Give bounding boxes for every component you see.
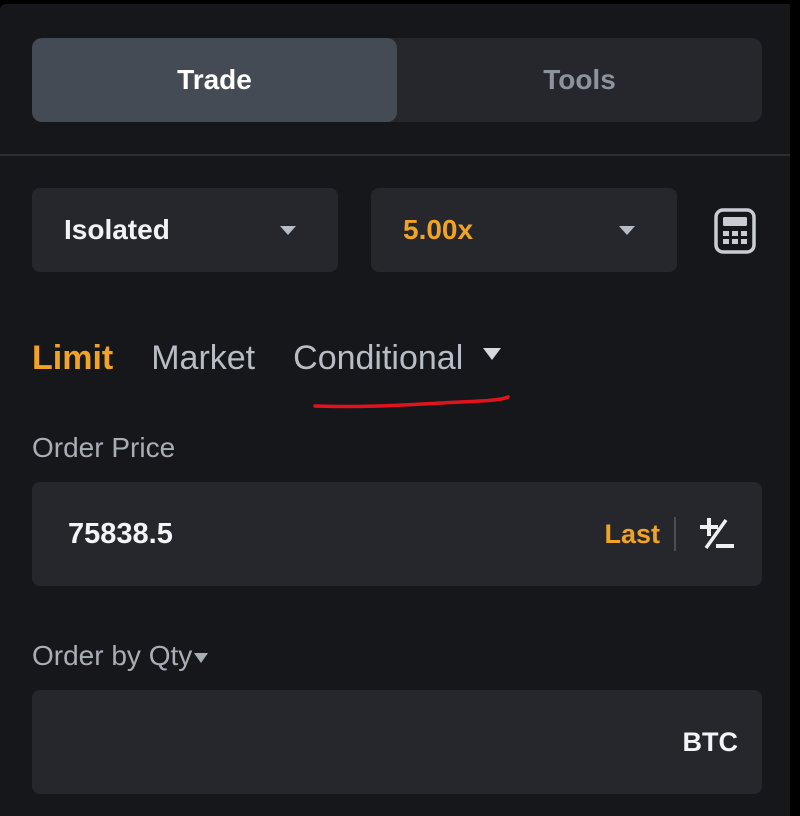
order-price-label: Order Price — [32, 432, 176, 463]
caret-down-icon — [483, 348, 502, 360]
tab-tools[interactable]: Tools — [397, 38, 762, 122]
plus-minus-icon[interactable] — [696, 514, 738, 554]
chevron-down-icon — [619, 225, 635, 235]
order-qty-field: BTC — [32, 690, 762, 794]
order-qty-input[interactable] — [66, 724, 683, 760]
red-underline-annotation — [313, 395, 510, 409]
caret-down-icon — [194, 653, 209, 663]
margin-mode-label: Isolated — [64, 214, 170, 245]
margin-mode-dropdown[interactable]: Isolated — [32, 188, 338, 272]
chevron-down-icon — [280, 225, 296, 235]
qty-unit-label: BTC — [682, 726, 739, 757]
divider — [0, 154, 790, 156]
tab-market[interactable]: Market — [151, 339, 255, 378]
field-separator — [674, 517, 676, 551]
order-type-tabs: Limit Market Conditional — [32, 334, 539, 382]
order-price-field: Last — [32, 482, 762, 586]
order-price-input[interactable] — [66, 516, 605, 552]
order-qty-label: Order by Qty — [32, 640, 193, 671]
order-qty-mode-selector[interactable]: Order by Qty — [32, 640, 209, 672]
tab-trade[interactable]: Trade — [32, 38, 397, 122]
last-price-button[interactable]: Last — [604, 519, 660, 550]
panel-tabs: Trade Tools — [32, 38, 762, 122]
leverage-label: 5.00x — [403, 214, 474, 245]
leverage-dropdown[interactable]: 5.00x — [371, 188, 677, 272]
tab-conditional[interactable]: Conditional — [293, 338, 502, 378]
order-panel: Trade Tools Isolated 5.00x Limit Market … — [0, 4, 790, 816]
tab-limit[interactable]: Limit — [32, 339, 113, 378]
tab-conditional-label: Conditional — [293, 338, 464, 377]
calculator-icon[interactable] — [713, 208, 757, 254]
